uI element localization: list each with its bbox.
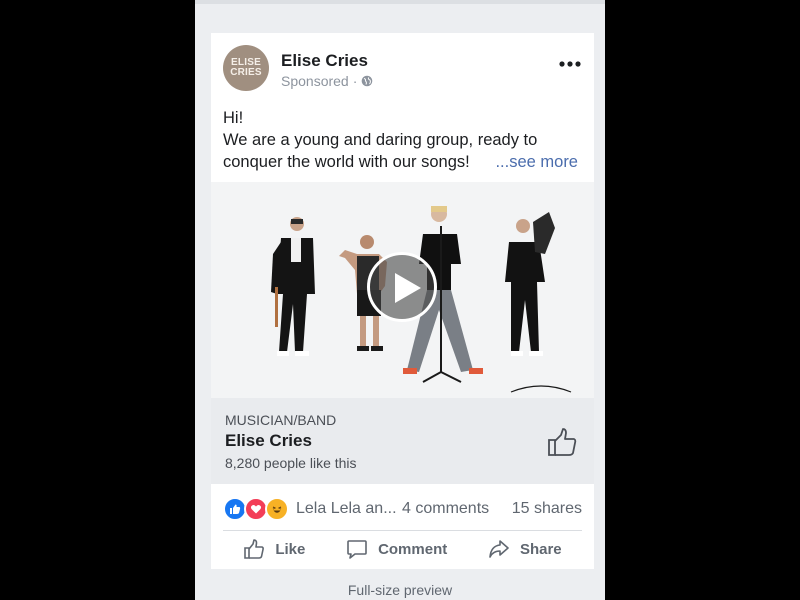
- shares-count[interactable]: 15 shares: [512, 500, 582, 518]
- share-button[interactable]: Share: [488, 538, 562, 560]
- play-button[interactable]: [367, 252, 437, 322]
- thumbs-up-icon: [244, 539, 265, 559]
- page-category: MUSICIAN/BAND: [225, 412, 337, 428]
- comment-icon: [347, 540, 367, 559]
- post-header: ELISE CRIES Elise Cries Sponsored ·: [223, 45, 582, 93]
- separator-dot: ·: [352, 73, 358, 89]
- sponsored-label: Sponsored ·: [281, 73, 373, 89]
- video-thumbnail[interactable]: [211, 182, 594, 398]
- post-text-line: Hi!: [223, 109, 244, 127]
- full-size-preview-link[interactable]: Full-size preview: [195, 582, 605, 598]
- haha-icon[interactable]: [265, 497, 289, 521]
- divider: [223, 530, 582, 531]
- page-name[interactable]: Elise Cries: [281, 51, 368, 71]
- page-likes-count: 8,280 people like this: [225, 455, 357, 471]
- like-page-icon[interactable]: [546, 426, 578, 458]
- comment-label: Comment: [378, 540, 448, 558]
- ad-post-card: ELISE CRIES Elise Cries Sponsored · Hi! …: [211, 33, 594, 569]
- reactors-names[interactable]: Lela Lela an...: [296, 500, 396, 518]
- page-cta[interactable]: MUSICIAN/BAND Elise Cries 8,280 people l…: [211, 398, 594, 484]
- sponsored-text: Sponsored: [281, 73, 349, 89]
- more-options-icon[interactable]: [558, 59, 582, 69]
- globe-icon: [362, 75, 373, 87]
- share-label: Share: [519, 540, 562, 558]
- post-text: Hi! We are a young and daring group, rea…: [223, 107, 583, 173]
- comments-count[interactable]: 4 comments: [402, 500, 489, 518]
- post-actions: Like Comment Share: [223, 533, 582, 565]
- like-label: Like: [275, 540, 306, 558]
- top-strip: [195, 0, 605, 4]
- comment-button[interactable]: Comment: [346, 538, 447, 560]
- preview-frame: ELISE CRIES Elise Cries Sponsored · Hi! …: [195, 0, 605, 600]
- avatar[interactable]: ELISE CRIES: [223, 45, 269, 91]
- share-icon: [489, 540, 509, 558]
- see-more-link[interactable]: ...see more: [495, 151, 578, 173]
- reactions-bar: Lela Lela an... 4 comments 15 shares: [223, 494, 582, 524]
- post-text-line: We are a young and daring group, ready t…: [223, 131, 538, 149]
- like-button[interactable]: Like: [243, 538, 305, 560]
- avatar-text-line2: CRIES: [230, 67, 262, 78]
- cta-page-name[interactable]: Elise Cries: [225, 431, 312, 451]
